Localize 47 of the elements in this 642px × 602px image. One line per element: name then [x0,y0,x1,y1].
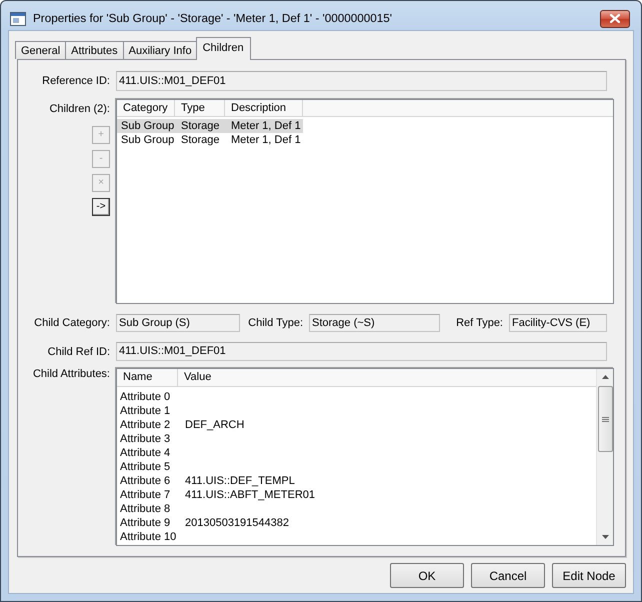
column-header[interactable]: Value [178,369,596,386]
tab[interactable]: General [15,41,66,59]
list-action-button[interactable]: -> [92,198,110,216]
column-header[interactable]: Description [225,100,303,116]
tab[interactable]: Attributes [65,41,124,59]
text-field[interactable]: Facility-CVS (E) [509,314,607,332]
list-row[interactable]: Attribute 8 [117,502,596,516]
grip-icon [602,416,608,422]
list-row[interactable]: Sub Group Storage Meter 1, Def 1 [117,119,303,133]
dialog-button[interactable]: Cancel [471,563,545,588]
scroll-thumb[interactable] [598,386,612,452]
list-row[interactable]: Attribute 3 [117,432,596,446]
text-field[interactable]: Storage (~S) [309,314,440,332]
list-row[interactable]: Sub Group Storage Meter 1, Def 1 [117,133,303,147]
list-row[interactable]: Attribute 9 20130503191544382 [117,516,596,530]
close-button[interactable] [600,10,630,28]
list-row[interactable]: Attribute 10 [117,530,596,544]
column-header[interactable]: Name [117,369,178,386]
column-header[interactable]: Type [175,100,225,116]
text-field[interactable]: Sub Group (S) [116,314,240,332]
window-title: Properties for 'Sub Group' - 'Storage' - 'Meter 1, Def 1' - '0000000015' [33,12,393,25]
list-row[interactable]: Attribute 6 411.UIS::DEF_TEMPL [117,474,596,488]
window-icon [10,12,26,26]
child-ref-id-field[interactable]: 411.UIS::M01_DEF01 [116,342,607,361]
reference-id-field[interactable]: 411.UIS::M01_DEF01 [116,71,607,91]
field-label: Child Type: [247,317,303,329]
list-row[interactable]: Attribute 5 [117,460,596,474]
field-label: Child Attributes: [32,368,110,380]
tab[interactable]: Children [196,37,251,60]
field-label: Child Category: [33,317,110,329]
close-icon [610,14,620,23]
scrollbar[interactable] [596,369,613,545]
list-row[interactable]: Attribute 7 411.UIS::ABFT_METER01 [117,488,596,502]
field-label: Reference ID: [41,75,110,87]
down-arrow-icon[interactable] [602,535,608,539]
list-row[interactable]: Attribute 0 [117,390,596,404]
list-row[interactable]: Attribute 1 [117,404,596,418]
dialog-button[interactable]: Edit Node [552,563,626,588]
field-label: Child Ref ID: [46,346,110,358]
tab[interactable]: Auxiliary Info [122,41,198,59]
up-arrow-icon[interactable] [602,375,608,379]
field-label: Children (2): [49,102,110,115]
list-row[interactable]: Attribute 2 DEF_ARCH [117,418,596,432]
dialog-button[interactable]: OK [390,563,464,588]
field-label: Ref Type: [455,317,503,329]
list-row[interactable]: Attribute 4 [117,446,596,460]
column-header[interactable]: Category [117,100,175,116]
